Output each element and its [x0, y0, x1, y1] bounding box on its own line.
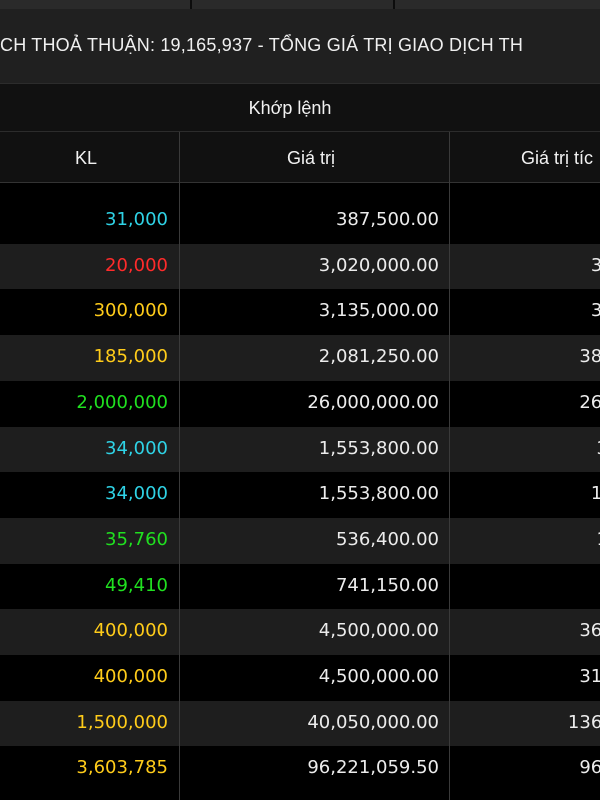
ticker-text: CH THOẢ THUẬN: 19,165,937 - TỔNG GIÁ TRỊ…	[0, 35, 524, 55]
cell-kl: 34,000	[105, 437, 168, 459]
table-column-header: KL Giá trị Giá trị tíc	[0, 132, 600, 183]
column-divider	[179, 132, 180, 800]
cell-kl: 300,000	[93, 300, 168, 322]
cell-gia-tri: 3,135,000.00	[318, 300, 439, 322]
cell-gia-tri-tich-luy: 26,	[579, 391, 600, 413]
cell-gia-tri: 40,050,000.00	[307, 711, 439, 733]
tab-separator	[190, 0, 192, 9]
cell-kl: 31,000	[105, 209, 168, 230]
cell-gia-tri: 536,400.00	[335, 528, 439, 550]
cell-gia-tri: 387,500.00	[335, 209, 439, 230]
cell-kl: 49,410	[105, 574, 168, 596]
cell-kl: 3,603,785	[76, 757, 168, 779]
cell-gia-tri-tich-luy: 1,	[590, 483, 600, 505]
cell-gia-tri-tich-luy: 136,	[567, 711, 600, 733]
cell-gia-tri: 96,221,059.50	[307, 757, 439, 779]
cell-kl: 400,000	[93, 620, 168, 642]
cell-gia-tri: 4,500,000.00	[318, 620, 439, 642]
table-row[interactable]: 34,000 1,553,800.00 3	[0, 426, 600, 473]
cell-gia-tri-tich-luy: 96,	[579, 757, 600, 779]
table-row[interactable]: 3,603,785 96,221,059.50 96,	[0, 746, 600, 793]
cell-kl: 1,500,000	[76, 711, 168, 733]
column-header-gia-tri[interactable]: Giá trị	[287, 148, 335, 169]
table-row[interactable]: 49,410 741,150.00	[0, 563, 600, 610]
group-title: Khớp lệnh	[248, 98, 332, 118]
table-row[interactable]: 31,000 387,500.00	[0, 198, 600, 244]
table-row[interactable]: 185,000 2,081,250.00 38,	[0, 335, 600, 381]
table-row[interactable]: 300,000 3,135,000.00 3,	[0, 289, 600, 336]
cell-kl: 20,000	[105, 254, 168, 276]
trade-table-body: 31,000387,500.0020,0003,020,000.003,300,…	[0, 183, 600, 800]
cell-gia-tri-tich-luy: 36,	[579, 620, 600, 642]
column-header-kl[interactable]: KL	[75, 148, 97, 169]
cell-gia-tri: 3,020,000.00	[318, 254, 439, 276]
cell-gia-tri: 1,553,800.00	[318, 437, 439, 459]
cell-kl: 400,000	[93, 666, 168, 687]
cell-kl: 35,760	[105, 528, 168, 550]
table-row[interactable]: 20,000 3,020,000.00 3,	[0, 243, 600, 290]
cell-gia-tri-tich-luy: 3,	[590, 300, 600, 322]
cell-gia-tri: 4,500,000.00	[318, 666, 439, 687]
cell-kl: 2,000,000	[76, 391, 168, 413]
table-row[interactable]: 400,000 4,500,000.00 31,	[0, 655, 600, 701]
table-row[interactable]: 34,000 1,553,800.00 1,	[0, 472, 600, 518]
cell-gia-tri: 741,150.00	[335, 574, 439, 596]
column-header-gia-tri-tich-luy[interactable]: Giá trị tíc	[521, 148, 593, 169]
table-row[interactable]: 400,000 4,500,000.00 36,	[0, 609, 600, 655]
cell-gia-tri: 1,553,800.00	[318, 483, 439, 505]
cell-kl: 185,000	[93, 346, 168, 368]
cell-gia-tri-tich-luy: 31,	[579, 666, 600, 687]
column-divider	[449, 132, 450, 800]
cell-gia-tri: 26,000,000.00	[307, 391, 439, 413]
cell-gia-tri-tich-luy: 1	[597, 529, 600, 550]
table-row[interactable]: 35,760 536,400.00 1	[0, 517, 600, 564]
cell-kl: 34,000	[105, 483, 168, 505]
order-match-group-header: Khớp lệnh	[0, 83, 600, 132]
cell-gia-tri-tich-luy: 3,	[590, 254, 600, 276]
market-summary-ticker: CH THOẢ THUẬN: 19,165,937 - TỔNG GIÁ TRỊ…	[0, 9, 600, 83]
tab-separator	[393, 0, 395, 9]
table-row[interactable]: 2,000,000 26,000,000.00 26,	[0, 380, 600, 427]
table-row[interactable]: 1,500,000 40,050,000.00 136,	[0, 700, 600, 747]
cell-gia-tri-tich-luy: 3	[597, 438, 600, 459]
cell-gia-tri-tich-luy: 38,	[579, 346, 600, 368]
cell-gia-tri: 2,081,250.00	[318, 346, 439, 368]
